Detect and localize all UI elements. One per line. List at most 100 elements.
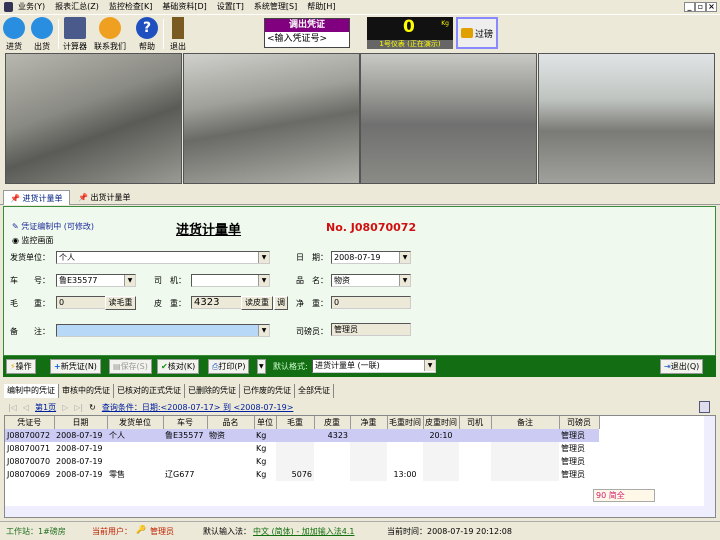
menu-system[interactable]: 系统管理[S]	[254, 1, 297, 12]
driver-select[interactable]: ▼	[191, 274, 270, 287]
print-menu-button[interactable]: ▼	[257, 359, 266, 374]
net-field[interactable]: 0	[331, 296, 411, 309]
menu-monitor[interactable]: 监控检查[K]	[109, 1, 153, 12]
in-label: 进货	[6, 42, 22, 51]
menu-basic-data[interactable]: 基础资料[D]	[162, 1, 206, 12]
tab-drafting[interactable]: 编制中的凭证	[4, 384, 59, 398]
date-select[interactable]: 2008-07-19 ▼	[331, 251, 411, 264]
camera-view-4	[538, 53, 715, 184]
check-button[interactable]: ✔核对(K)	[157, 359, 200, 374]
table-row[interactable]: J08070072 2008-07-19 个人 鲁E35577 物资 Kg 4323 20:1…	[5, 429, 599, 442]
sender-label: 发货单位：	[10, 253, 50, 262]
column-header[interactable]: 凭证号	[5, 416, 55, 429]
column-header[interactable]: 毛重	[276, 416, 315, 429]
tab-reviewing[interactable]: 审核中的凭证	[59, 384, 114, 398]
door-icon	[172, 17, 184, 39]
close-button[interactable]: ×	[706, 2, 717, 12]
exit-button[interactable]: 退出	[170, 17, 186, 52]
menu-settings[interactable]: 设置[T]	[217, 1, 244, 12]
exit-icon: ⇥	[664, 362, 671, 371]
table-cell	[350, 455, 387, 468]
menu-reports[interactable]: 报表汇总(Z)	[55, 1, 99, 12]
last-page-icon[interactable]: ▷|	[74, 403, 83, 412]
operate-button[interactable]: ⚡操作	[6, 359, 36, 374]
exit-form-button[interactable]: ⇥退出(Q)	[660, 359, 704, 374]
ime-link[interactable]: 中文 (简体) - 加加输入法4.1	[253, 526, 354, 537]
chevron-down-icon: ▼	[258, 275, 269, 286]
minimize-button[interactable]: _	[684, 2, 695, 12]
next-page-icon[interactable]: ▷	[62, 403, 68, 412]
vertical-scrollbar[interactable]	[704, 416, 715, 517]
column-header[interactable]: 备注	[491, 416, 560, 429]
column-header[interactable]: 单位	[254, 416, 277, 429]
voucher-number-input[interactable]: <输入凭证号>	[265, 32, 349, 47]
table-cell: 管理员	[559, 429, 599, 442]
tab-voided[interactable]: 已作废的凭证	[240, 384, 295, 398]
table-cell: 2008-07-19	[56, 444, 103, 453]
first-page-icon[interactable]: |◁	[8, 403, 17, 412]
refresh-icon[interactable]: ↻	[89, 403, 96, 412]
monitor-link[interactable]: ◉ 监控画面	[12, 235, 54, 246]
column-header[interactable]: 皮重时间	[423, 416, 460, 429]
prev-page-icon[interactable]: ◁	[23, 403, 29, 412]
table-row[interactable]: J08070069 2008-07-19 零售 辽G677 Kg 5076 13:00 管理员	[5, 468, 599, 481]
product-select[interactable]: 物资 ▼	[331, 274, 411, 287]
contact-button[interactable]: 联系我们	[94, 17, 126, 52]
voucher-list-tabs: 编制中的凭证 审核中的凭证 已核对的正式凭证 已删除的凭证 已作废的凭证 全部凭…	[4, 384, 334, 398]
column-header[interactable]: 日期	[54, 416, 108, 429]
operator-field[interactable]: 管理员	[331, 323, 411, 336]
column-header[interactable]: 司磅员	[559, 416, 600, 429]
column-header[interactable]: 皮重	[314, 416, 351, 429]
adjust-button[interactable]: 调	[274, 296, 288, 310]
note-input[interactable]: ▼	[56, 324, 270, 337]
ime-indicator[interactable]: 90 简全	[593, 489, 655, 502]
read-tare-button[interactable]: 读皮重	[241, 296, 273, 310]
restore-button[interactable]: ▫	[695, 2, 706, 12]
operator-label: 司磅员：	[296, 327, 328, 336]
tab-checked[interactable]: 已核对的正式凭证	[114, 384, 185, 398]
current-page[interactable]: 第1页	[35, 402, 56, 413]
column-header[interactable]: 司机	[459, 416, 492, 429]
table-row[interactable]: J08070070 2008-07-19 Kg 管理员	[5, 455, 599, 468]
table-row[interactable]: J08070071 2008-07-19 Kg 管理员	[5, 442, 599, 455]
query-conditions[interactable]: 查询条件：日期:<2008-07-17> 到 <2008-07-19>	[102, 402, 294, 413]
sender-select[interactable]: 个人 ▼	[56, 251, 270, 264]
menu-business[interactable]: 业务(Y)	[18, 1, 45, 12]
tab-all[interactable]: 全部凭证	[295, 384, 334, 398]
tab-outbound[interactable]: 📌 出货计量单	[72, 190, 137, 205]
print-button[interactable]: ⎙打印(P)	[208, 359, 250, 374]
in-button[interactable]: 进货	[3, 17, 25, 52]
voucher-lookup-title: 调出凭证	[265, 19, 349, 32]
table-cell: 4323	[314, 429, 350, 442]
column-header[interactable]: 发货单位	[107, 416, 164, 429]
help-button[interactable]: ? 帮助	[136, 17, 158, 52]
column-header[interactable]: 净重	[350, 416, 388, 429]
clipboard-icon[interactable]	[699, 401, 710, 413]
table-cell	[314, 455, 350, 468]
table-cell	[459, 455, 491, 468]
column-header[interactable]: 毛重时间	[387, 416, 424, 429]
table-cell	[163, 455, 207, 468]
format-select[interactable]: 进货计量单 (一联) ▼	[312, 359, 436, 373]
gross-value: 0	[59, 298, 65, 307]
menu-help[interactable]: 帮助[H]	[307, 1, 335, 12]
tab-inbound-label: 进货计量单	[22, 194, 63, 203]
tare-value: 4323	[194, 297, 220, 308]
table-cell	[459, 442, 491, 455]
column-header[interactable]: 品名	[207, 416, 255, 429]
phone-icon	[99, 17, 121, 39]
table-cell	[350, 468, 387, 481]
tab-deleted[interactable]: 已删除的凭证	[185, 384, 240, 398]
tab-inbound[interactable]: 📌 进货计量单	[3, 190, 70, 205]
chevron-down-icon: ▼	[399, 275, 410, 286]
read-gross-button[interactable]: 读毛重	[105, 296, 136, 310]
save-button[interactable]: ▤保存(S)	[109, 359, 152, 374]
out-button[interactable]: 出货	[31, 17, 53, 52]
calculator-button[interactable]: 计算器	[63, 17, 87, 52]
column-header[interactable]: 车号	[163, 416, 208, 429]
horizontal-scrollbar[interactable]	[5, 506, 705, 517]
table-cell: 管理员	[561, 444, 585, 453]
weigh-button[interactable]: 过磅	[456, 17, 498, 49]
car-select[interactable]: 鲁E35577 ▼	[56, 274, 136, 287]
new-voucher-button[interactable]: +新凭证(N)	[50, 359, 101, 374]
